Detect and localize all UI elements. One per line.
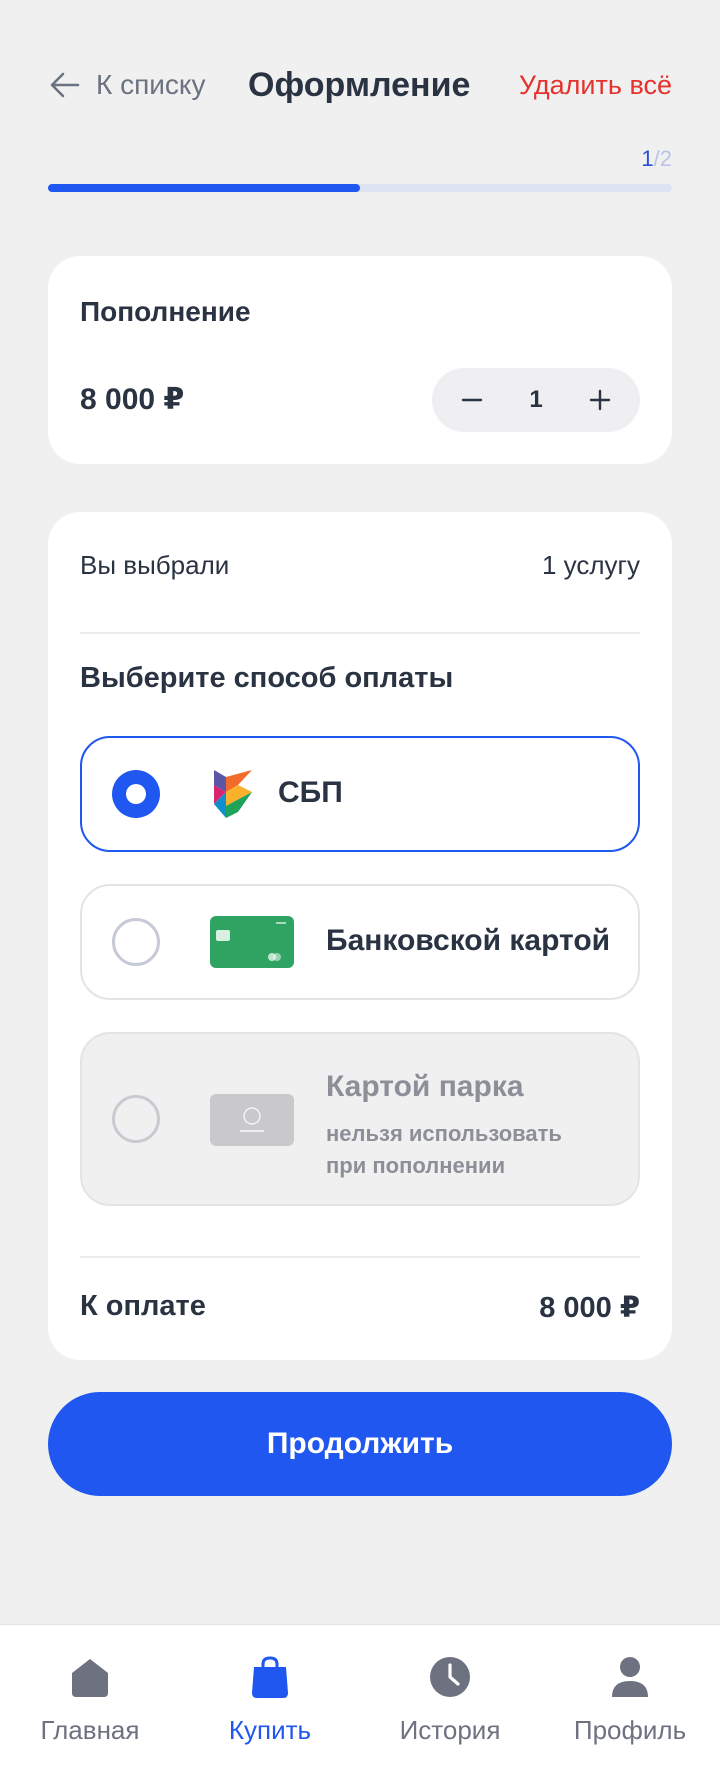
total-row: К оплате 8 000 ₽: [80, 1290, 640, 1325]
continue-button[interactable]: Продолжить: [48, 1392, 672, 1496]
header: К списку Оформление Удалить всё: [48, 66, 672, 112]
decrease-button[interactable]: [454, 382, 490, 418]
park-card-icon: [210, 1094, 294, 1146]
home-icon: [72, 1659, 108, 1697]
back-label: К списку: [96, 69, 206, 100]
total-steps: 2: [659, 146, 672, 171]
selected-summary: Вы выбрали 1 услугу: [80, 550, 640, 581]
tab-label: История: [399, 1715, 501, 1745]
minus-icon: [461, 398, 483, 402]
current-step: 1: [641, 146, 654, 171]
tab-label: Профиль: [573, 1715, 687, 1745]
tab-profile[interactable]: Профиль: [540, 1625, 720, 1792]
divider: [80, 1256, 640, 1258]
arrow-left-icon: [50, 72, 80, 98]
selected-label: Вы выбрали: [80, 550, 230, 580]
tab-label: Главная: [40, 1715, 140, 1745]
tab-bar: Главная Купить История Профиль: [0, 1624, 720, 1792]
tab-history[interactable]: История: [360, 1625, 540, 1792]
back-button[interactable]: К списку: [48, 68, 205, 102]
total-label: К оплате: [80, 1290, 206, 1322]
payment-method-title: Выберите способ оплаты: [80, 662, 454, 694]
plus-icon: [589, 389, 611, 411]
payment-card: Вы выбрали 1 услугу Выберите способ опла…: [48, 512, 672, 1360]
payment-option-label: Картой парка: [326, 1070, 524, 1103]
tab-home[interactable]: Главная: [0, 1625, 180, 1792]
shopping-bag-icon: [252, 1656, 288, 1698]
total-value: 8 000 ₽: [539, 1292, 640, 1324]
divider: [80, 632, 640, 634]
payment-option-bank-card[interactable]: Банковской картой: [80, 884, 640, 1000]
item-title: Пополнение: [80, 296, 251, 327]
payment-option-sbp[interactable]: СБП: [80, 736, 640, 852]
step-counter: 1/2: [641, 146, 672, 172]
bank-card-icon: [210, 916, 294, 968]
item-card: Пополнение 8 000 ₽ 1: [48, 256, 672, 464]
tab-label: Купить: [228, 1715, 312, 1745]
item-price: 8 000 ₽: [80, 383, 185, 416]
page-title: Оформление: [248, 66, 471, 104]
tab-buy[interactable]: Купить: [180, 1625, 360, 1792]
quantity-stepper: 1: [432, 368, 640, 432]
payment-option-park-card: Картой парка нельзя использовать при поп…: [80, 1032, 640, 1206]
quantity-value: 1: [529, 386, 543, 413]
delete-all-button[interactable]: Удалить всё: [519, 70, 672, 101]
radio-unselected[interactable]: [112, 918, 160, 966]
payment-option-label: Банковской картой: [326, 924, 611, 957]
progress-bar: [48, 184, 672, 192]
user-icon: [612, 1657, 648, 1697]
increase-button[interactable]: [582, 382, 618, 418]
selected-value: 1 услугу: [541, 550, 640, 580]
payment-option-label: СБП: [278, 776, 343, 809]
radio-disabled: [112, 1095, 160, 1143]
radio-selected[interactable]: [112, 770, 160, 818]
payment-option-note: нельзя использовать при пополнении: [326, 1121, 562, 1178]
clock-icon: [430, 1657, 470, 1697]
progress-fill: [48, 184, 360, 192]
sbp-logo-icon: [214, 770, 252, 818]
